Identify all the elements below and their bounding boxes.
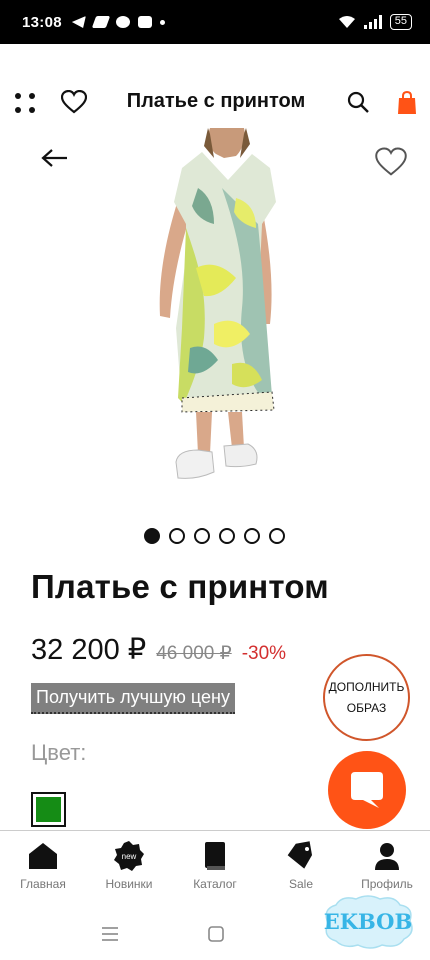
tag-icon bbox=[287, 841, 313, 869]
cart-button[interactable] bbox=[396, 90, 418, 116]
color-label: Цвет: bbox=[31, 740, 87, 765]
chat-bubble-icon bbox=[351, 772, 383, 808]
wifi-icon bbox=[338, 16, 355, 28]
watermark-text: EKBOB bbox=[324, 909, 412, 934]
shopping-bag-icon bbox=[398, 91, 416, 114]
nav-new-label: Новинки bbox=[105, 877, 153, 891]
carousel-dot[interactable] bbox=[144, 528, 160, 544]
carousel-dot[interactable] bbox=[194, 528, 210, 544]
product-image-carousel[interactable] bbox=[0, 128, 430, 508]
current-price: 32 200 ₽ bbox=[31, 634, 147, 666]
book-icon bbox=[205, 842, 225, 870]
home-system-icon[interactable] bbox=[208, 926, 224, 942]
nav-home[interactable]: Главная bbox=[0, 831, 86, 900]
carousel-dot[interactable] bbox=[169, 528, 185, 544]
more-notifications-icon bbox=[159, 19, 165, 25]
nav-sale-label: Sale bbox=[288, 877, 314, 891]
youtube-icon bbox=[137, 16, 152, 28]
color-swatch-fill bbox=[36, 797, 61, 822]
price-row: 32 200 ₽ 46 000 ₽ -30% bbox=[31, 632, 286, 667]
old-price: 46 000 ₽ bbox=[156, 643, 232, 664]
carousel-dot[interactable] bbox=[244, 528, 260, 544]
status-right: 55 bbox=[338, 14, 412, 30]
complete-look-button[interactable]: ДОПОЛНИТЬ ОБРАЗ bbox=[323, 654, 410, 741]
bottom-navigation: Главная new Новинки Каталог Sale Профиль bbox=[0, 830, 430, 900]
battery-indicator: 55 bbox=[389, 14, 412, 30]
nav-catalog-label: Каталог bbox=[193, 877, 237, 891]
complete-look-line2: ОБРАЗ bbox=[346, 700, 387, 715]
complete-look-line1: ДОПОЛНИТЬ bbox=[328, 679, 405, 694]
svg-text:new: new bbox=[122, 852, 137, 861]
app-icon bbox=[91, 16, 111, 28]
best-price-button[interactable]: Получить лучшую цену bbox=[31, 683, 235, 714]
app-header: Платье с принтом bbox=[0, 74, 430, 130]
status-time: 13:08 bbox=[22, 13, 62, 31]
dress-model-image bbox=[159, 128, 276, 479]
chat-button[interactable] bbox=[328, 751, 406, 829]
recent-apps-icon[interactable] bbox=[102, 927, 118, 941]
nav-home-label: Главная bbox=[20, 877, 66, 891]
discount-badge: -30% bbox=[241, 643, 287, 664]
nav-sale[interactable]: Sale bbox=[258, 831, 344, 900]
nav-profile-label: Профиль bbox=[361, 877, 413, 891]
telegram-icon bbox=[71, 16, 86, 28]
search-icon bbox=[347, 91, 369, 113]
carousel-pagination[interactable] bbox=[144, 528, 285, 544]
nav-catalog[interactable]: Каталог bbox=[172, 831, 258, 900]
color-swatch-green[interactable] bbox=[31, 792, 66, 827]
notification-icons bbox=[71, 16, 165, 28]
carousel-dot[interactable] bbox=[219, 528, 235, 544]
facebook-icon bbox=[115, 16, 130, 28]
signal-icon bbox=[363, 15, 382, 29]
nav-new[interactable]: new Новинки bbox=[86, 831, 172, 900]
nav-profile[interactable]: Профиль bbox=[344, 831, 430, 900]
product-name: Платье с принтом bbox=[31, 568, 329, 605]
status-bar: 13:08 55 bbox=[0, 0, 430, 44]
search-button[interactable] bbox=[346, 90, 370, 114]
user-icon bbox=[375, 843, 399, 870]
new-badge-icon: new bbox=[114, 841, 144, 871]
home-icon bbox=[29, 843, 57, 869]
watermark-logo: EKBOB bbox=[318, 893, 418, 951]
carousel-dot[interactable] bbox=[269, 528, 285, 544]
